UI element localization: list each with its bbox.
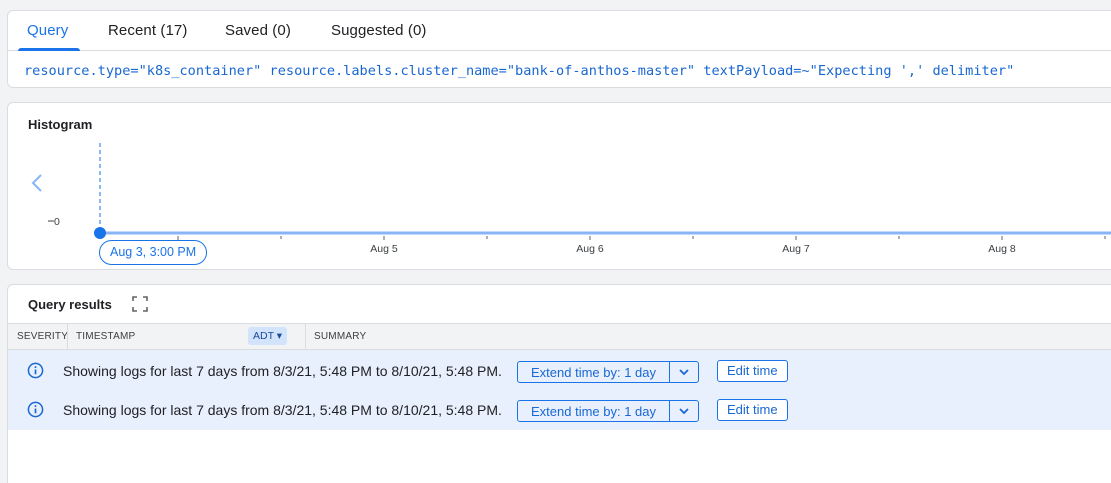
histogram-ticks [177,236,1106,240]
time-cursor-handle [94,227,106,239]
tab-query[interactable]: Query [27,22,68,39]
info-icon [27,362,44,379]
tick-label: Aug 8 [988,243,1016,255]
edit-time-button[interactable]: Edit time [717,399,788,421]
results-title: Query results [28,297,112,312]
row-message: Showing logs for last 7 days from 8/3/21… [63,402,502,418]
query-panel: Query Recent (17) Saved (0) Suggested (0… [7,10,1111,88]
edit-time-button[interactable]: Edit time [717,360,788,382]
extend-time-label: Extend time by: 1 day [531,365,657,380]
timezone-selector[interactable]: ADT ▾ [248,327,288,345]
extend-time-button[interactable]: Extend time by: 1 day [517,400,699,422]
info-icon [27,401,44,418]
query-results-panel: Query results SEVERITY TIMESTAMP ADT ▾ S… [7,284,1111,483]
row-message: Showing logs for last 7 days from 8/3/21… [63,363,502,379]
fullscreen-icon[interactable] [132,296,148,312]
active-tab-indicator [18,48,80,51]
chevron-down-icon[interactable] [678,366,690,378]
tick-label: Aug 5 [370,243,398,255]
column-summary[interactable]: SUMMARY [314,324,366,349]
column-severity[interactable]: SEVERITY [17,324,68,349]
selected-time-chip[interactable]: Aug 3, 3:00 PM [99,240,208,265]
results-column-header: SEVERITY TIMESTAMP ADT ▾ SUMMARY [8,323,1111,350]
list-item: Showing logs for last 7 days from 8/3/21… [8,389,1111,428]
query-editor[interactable]: resource.type="k8s_container" resource.l… [24,63,1014,79]
results-rows: Showing logs for last 7 days from 8/3/21… [8,350,1111,430]
tab-recent[interactable]: Recent (17) [108,22,187,39]
tick-label: Aug 7 [782,243,810,255]
extend-time-button[interactable]: Extend time by: 1 day [517,361,699,383]
extend-time-label: Extend time by: 1 day [531,404,657,419]
tab-suggested[interactable]: Suggested (0) [331,22,427,39]
y-axis-label: 0 [54,216,60,228]
histogram-panel: Histogram 0 Aug 3, 3:00 PM Aug 5 Aug 6 A… [7,102,1111,270]
query-tabs: Query Recent (17) Saved (0) Suggested (0… [8,11,1111,51]
column-timestamp[interactable]: TIMESTAMP [76,324,135,349]
chevron-down-icon[interactable] [678,405,690,417]
list-item: Showing logs for last 7 days from 8/3/21… [8,350,1111,389]
timezone-label: ADT [253,330,274,342]
tick-label: Aug 6 [576,243,604,255]
tab-saved[interactable]: Saved (0) [225,22,291,39]
chevron-left-icon[interactable] [30,173,44,193]
dropdown-arrow-icon: ▾ [276,330,283,342]
